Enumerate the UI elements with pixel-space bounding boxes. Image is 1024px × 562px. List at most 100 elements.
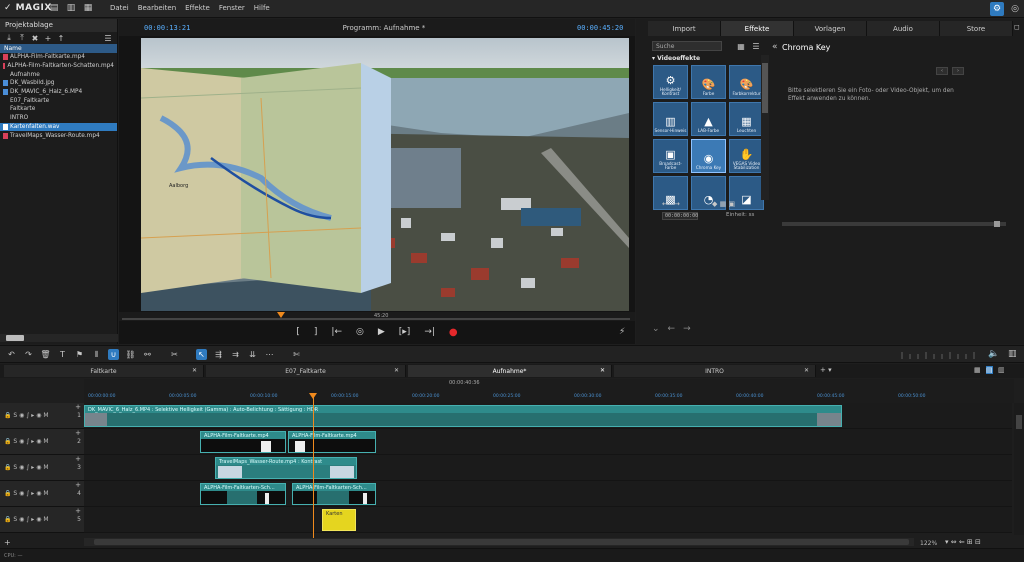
view-mode-3-icon[interactable]: ▥ xyxy=(998,366,1005,374)
effects-category[interactable]: ▾ Videoeffekte xyxy=(652,55,766,64)
view-mode-1-icon[interactable]: ▦ xyxy=(974,366,981,374)
clip-schatten-b[interactable]: ALPHA-Film-Faltkarten-Sch... xyxy=(292,483,376,505)
close-icon[interactable]: ✕ xyxy=(600,367,605,374)
track-header-3[interactable]: + 🔒 S ◉ ∫ ▸ ◉ M 3 xyxy=(0,455,84,481)
prev-keyframe-icon[interactable]: ← xyxy=(662,200,668,208)
add-track-icon[interactable]: + xyxy=(75,455,81,463)
effects-scrollbar[interactable] xyxy=(761,55,769,200)
effects-search-input[interactable]: Suche xyxy=(652,41,722,51)
detail-next-button[interactable]: › xyxy=(952,67,964,75)
timeline-ruler[interactable]: 00:00:40:36 00:00:00:00 00:00:05:00 00:00:… xyxy=(84,379,1014,403)
track-lane-5[interactable]: Karten xyxy=(84,507,1012,533)
clip-travelmaps[interactable]: TravelMaps_Wasser-Route.mp4 : Kontrast xyxy=(215,457,357,479)
tab-intro[interactable]: INTRO ✕ xyxy=(614,365,816,377)
zoom-tools-icon[interactable]: ▾ ⇔ ⇐ ⊞ ⊟ xyxy=(945,538,981,546)
project-item[interactable]: INTRO xyxy=(0,114,117,123)
list-view-icon[interactable]: ☰ xyxy=(103,33,113,43)
timeline-horizontal-scrollbar[interactable] xyxy=(84,538,914,546)
effect-tile[interactable]: ▲ LAB-Farbe xyxy=(691,102,726,136)
marker-icon[interactable]: ⚑ xyxy=(74,349,85,360)
add-tab-icon[interactable]: + ▾ xyxy=(820,366,832,374)
add-track-bottom-icon[interactable]: + xyxy=(4,538,11,547)
save-icon[interactable]: ▦ xyxy=(82,2,94,14)
track-lane-4[interactable]: ALPHA-Film-Faltkarten-Sch... ALPHA-Film-… xyxy=(84,481,1012,507)
clip-drone-video[interactable]: DK_MAVIC_6_Halz_6.MP4 : Selektive Hellig… xyxy=(84,405,842,427)
redo-icon[interactable]: ↷ xyxy=(23,349,34,360)
nav-forward-icon[interactable]: → xyxy=(683,324,691,334)
effect-tile[interactable]: 🎨 Farbe xyxy=(691,65,726,99)
playhead[interactable] xyxy=(313,393,314,538)
preview-options-icon[interactable]: ⚡ xyxy=(619,327,625,337)
menu-edit[interactable]: Bearbeiten xyxy=(138,4,176,12)
preview-scrubber[interactable]: 45:20 xyxy=(119,312,635,321)
scrubber-marker[interactable] xyxy=(277,312,285,318)
view-mode-2-icon[interactable]: ▤ xyxy=(986,366,993,374)
add-icon[interactable]: + xyxy=(43,33,53,43)
project-scrollbar[interactable] xyxy=(0,334,118,342)
delete-object-icon[interactable]: 🗑 xyxy=(40,349,51,360)
project-item[interactable]: DK_Wasbild.jpg xyxy=(0,79,117,88)
keyframe-slider[interactable] xyxy=(782,221,1006,227)
detail-prev-button[interactable]: ‹ xyxy=(936,67,948,75)
track-header-5[interactable]: + 🔒 S ◉ ∫ ▸ ◉ M 5 xyxy=(0,507,84,533)
playhead-handle[interactable] xyxy=(309,393,317,399)
add-track-icon[interactable]: + xyxy=(75,507,81,515)
keyframe-tools-icon[interactable]: ◆ ▦ ▣ xyxy=(712,200,735,208)
tab-import[interactable]: Import xyxy=(648,21,721,36)
group-icon[interactable]: ⇊ xyxy=(247,349,258,360)
project-item[interactable]: ALPHA-Film-Faltkarten-Schatten.mp4 xyxy=(0,62,117,71)
zoom-ruler[interactable] xyxy=(900,349,975,360)
settings-icon[interactable]: ◎ xyxy=(1008,2,1022,16)
track-lane-1[interactable]: DK_MAVIC_6_Halz_6.MP4 : Selektive Hellig… xyxy=(84,403,1012,429)
project-item[interactable]: Aufnahme xyxy=(0,70,117,79)
clip-schatten-a[interactable]: ALPHA-Film-Faltkarten-Sch... xyxy=(200,483,286,505)
close-icon[interactable]: ✕ xyxy=(192,367,197,374)
name-column-header[interactable]: Name xyxy=(0,44,117,53)
menu-effects[interactable]: Effekte xyxy=(185,4,210,12)
effect-tile[interactable]: ▣ Broadcast-Farbe xyxy=(653,139,688,173)
new-icon[interactable]: ▤ xyxy=(48,2,60,14)
open-icon[interactable]: ▥ xyxy=(65,2,77,14)
add-track-icon[interactable]: + xyxy=(75,481,81,489)
track-lane-3[interactable]: TravelMaps_Wasser-Route.mp4 : Kontrast xyxy=(84,455,1012,481)
track-controls-icon[interactable]: 🔒 S ◉ ∫ ▸ ◉ M xyxy=(4,464,49,471)
panel-close-icon[interactable]: ◻ xyxy=(1014,23,1020,31)
tab-e07[interactable]: E07_Faltkarte ✕ xyxy=(206,365,406,377)
project-item[interactable]: Kartenfalten.wav xyxy=(0,122,117,132)
project-item[interactable]: ALPHA-Film-Faltkarte.mp4 xyxy=(0,53,117,62)
cut-icon[interactable]: ✂ xyxy=(169,349,180,360)
go-end-icon[interactable]: →| xyxy=(424,327,435,337)
back-icon[interactable]: « xyxy=(772,42,778,52)
effect-tile[interactable]: ⚙ Helligkeit/ Kontrast xyxy=(653,65,688,99)
project-item[interactable]: E07_Faltkarte xyxy=(0,96,117,105)
nav-back-icon[interactable]: ← xyxy=(668,324,676,334)
add-track-icon[interactable]: + xyxy=(75,429,81,437)
project-item[interactable]: DK_MAVIC_6_Halz_6.MP4 xyxy=(0,88,117,97)
stretch-icon[interactable]: ⋯ xyxy=(264,349,275,360)
list-view-icon[interactable]: ☰ xyxy=(751,41,761,51)
delete-icon[interactable]: ✖ xyxy=(30,33,40,43)
tab-templates[interactable]: Vorlagen xyxy=(794,21,867,36)
razor-icon[interactable]: ✄ xyxy=(291,349,302,360)
tab-faltkarte[interactable]: Faltkarte ✕ xyxy=(4,365,204,377)
export-icon[interactable]: ⤒ xyxy=(17,33,27,43)
multi-edit-icon[interactable]: ⇉ xyxy=(230,349,241,360)
add-track-icon[interactable]: + xyxy=(75,403,81,411)
text-icon[interactable]: T xyxy=(57,349,68,360)
next-keyframe-icon[interactable]: → xyxy=(674,200,680,208)
effect-tile[interactable]: ▥ Sensor-Hinweis xyxy=(653,102,688,136)
step-icon[interactable]: [▸] xyxy=(399,327,411,337)
tab-store[interactable]: Store xyxy=(940,21,1013,36)
track-controls-icon[interactable]: 🔒 S ◉ ∫ ▸ ◉ M xyxy=(4,516,49,523)
close-icon[interactable]: ✕ xyxy=(804,367,809,374)
clip-faltkarte-a[interactable]: ALPHA-Film-Faltkarte.mp4 xyxy=(200,431,286,453)
track-header-2[interactable]: + 🔒 S ◉ ∫ ▸ ◉ M 2 xyxy=(0,429,84,455)
effect-tile[interactable]: ▦ Leuchten xyxy=(729,102,764,136)
mixer-icon[interactable]: ▥ xyxy=(1008,349,1017,359)
video-frame[interactable]: Aalborg xyxy=(141,38,629,311)
mark-in-icon[interactable]: [ xyxy=(296,327,300,337)
effect-tile[interactable]: 🎨 Farbkorrektur xyxy=(729,65,764,99)
track-controls-icon[interactable]: 🔒 S ◉ ∫ ▸ ◉ M xyxy=(4,412,49,419)
loop-icon[interactable]: ◎ xyxy=(356,327,364,337)
track-header-4[interactable]: + 🔒 S ◉ ∫ ▸ ◉ M 4 xyxy=(0,481,84,507)
